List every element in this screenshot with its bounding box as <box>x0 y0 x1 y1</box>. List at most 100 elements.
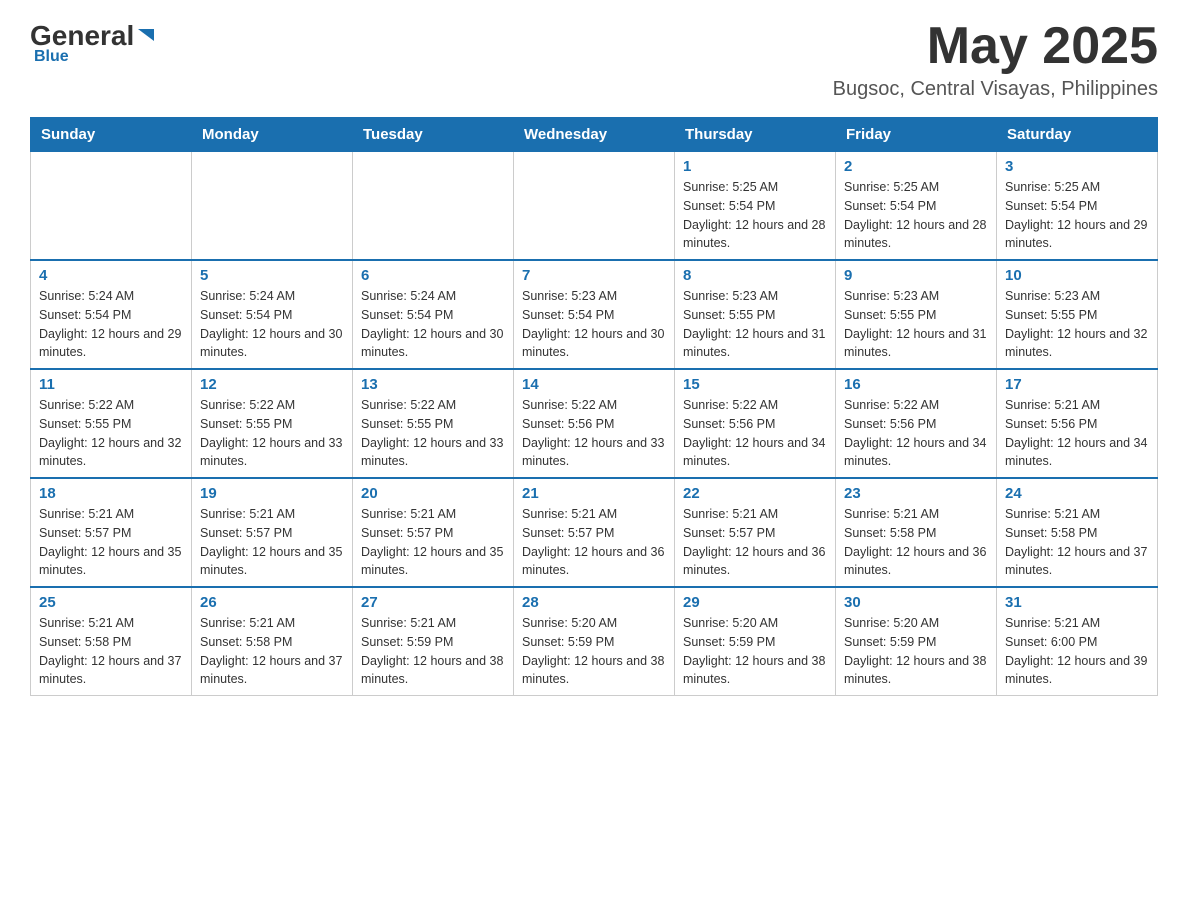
day-info: Sunrise: 5:25 AMSunset: 5:54 PMDaylight:… <box>683 178 827 253</box>
day-cell-5-6: 30Sunrise: 5:20 AMSunset: 5:59 PMDayligh… <box>836 587 997 696</box>
day-info: Sunrise: 5:22 AMSunset: 5:55 PMDaylight:… <box>361 396 505 471</box>
day-number: 8 <box>683 267 827 284</box>
week-row-5: 25 Sunrise: 5:21 AMSunset: 5:58 PMDayligh… <box>31 587 1158 696</box>
day-info: Sunrise: 5:21 AMSunset: 6:00 PMDaylight:… <box>1005 614 1149 689</box>
day-cell-2-3: 6 Sunrise: 5:24 AMSunset: 5:54 PMDaylight… <box>353 260 514 369</box>
week-row-4: 18 Sunrise: 5:21 AMSunset: 5:57 PMDayligh… <box>31 478 1158 587</box>
day-cell-3-3: 13 Sunrise: 5:22 AMSunset: 5:55 PMDayligh… <box>353 369 514 478</box>
col-wednesday: Wednesday <box>514 118 675 152</box>
day-info: Sunrise: 5:21 AMSunset: 5:58 PMDaylight:… <box>39 614 183 689</box>
day-number: 29 <box>683 594 827 611</box>
day-info: Sunrise: 5:22 AMSunset: 5:55 PMDaylight:… <box>200 396 344 471</box>
day-number: 7 <box>522 267 666 284</box>
day-number: 4 <box>39 267 183 284</box>
day-info: Sunrise: 5:22 AMSunset: 5:56 PMDaylight:… <box>522 396 666 471</box>
day-cell-4-7: 24 Sunrise: 5:21 AMSunset: 5:58 PMDayligh… <box>997 478 1158 587</box>
day-cell-3-7: 17 Sunrise: 5:21 AMSunset: 5:56 PMDayligh… <box>997 369 1158 478</box>
day-number: 18 <box>39 485 183 502</box>
day-info: Sunrise: 5:20 AMSunset: 5:59 PMDaylight:… <box>844 614 988 689</box>
day-cell-3-2: 12 Sunrise: 5:22 AMSunset: 5:55 PMDayligh… <box>192 369 353 478</box>
day-number: 17 <box>1005 376 1149 393</box>
day-number: 10 <box>1005 267 1149 284</box>
calendar-table: Sunday Monday Tuesday Wednesday Thursday… <box>30 117 1158 696</box>
day-info: Sunrise: 5:23 AMSunset: 5:55 PMDaylight:… <box>844 287 988 362</box>
day-number: 6 <box>361 267 505 284</box>
col-friday: Friday <box>836 118 997 152</box>
day-cell-2-5: 8 Sunrise: 5:23 AMSunset: 5:55 PMDaylight… <box>675 260 836 369</box>
col-thursday: Thursday <box>675 118 836 152</box>
day-cell-2-4: 7 Sunrise: 5:23 AMSunset: 5:54 PMDaylight… <box>514 260 675 369</box>
day-number: 31 <box>1005 594 1149 611</box>
day-info: Sunrise: 5:21 AMSunset: 5:58 PMDaylight:… <box>1005 505 1149 580</box>
day-info: Sunrise: 5:24 AMSunset: 5:54 PMDaylight:… <box>361 287 505 362</box>
col-sunday: Sunday <box>31 118 192 152</box>
logo-blue-text: Blue <box>34 48 69 66</box>
month-year-title: May 2025 <box>833 20 1158 72</box>
logo-area: General Blue <box>30 20 158 66</box>
week-row-3: 11Sunrise: 5:22 AMSunset: 5:55 PMDayligh… <box>31 369 1158 478</box>
day-cell-3-4: 14 Sunrise: 5:22 AMSunset: 5:56 PMDayligh… <box>514 369 675 478</box>
day-info: Sunrise: 5:24 AMSunset: 5:54 PMDaylight:… <box>200 287 344 362</box>
day-info: Sunrise: 5:21 AMSunset: 5:57 PMDaylight:… <box>361 505 505 580</box>
day-number: 24 <box>1005 485 1149 502</box>
day-info: Sunrise: 5:21 AMSunset: 5:57 PMDaylight:… <box>683 505 827 580</box>
day-info: Sunrise: 5:21 AMSunset: 5:56 PMDaylight:… <box>1005 396 1149 471</box>
day-number: 5 <box>200 267 344 284</box>
day-number: 27 <box>361 594 505 611</box>
day-number: 15 <box>683 376 827 393</box>
day-info: Sunrise: 5:22 AMSunset: 5:55 PMDaylight:… <box>39 396 183 471</box>
day-cell-2-7: 10Sunrise: 5:23 AMSunset: 5:55 PMDayligh… <box>997 260 1158 369</box>
day-number: 23 <box>844 485 988 502</box>
day-info: Sunrise: 5:21 AMSunset: 5:57 PMDaylight:… <box>39 505 183 580</box>
day-cell-4-5: 22Sunrise: 5:21 AMSunset: 5:57 PMDayligh… <box>675 478 836 587</box>
day-cell-1-5: 1Sunrise: 5:25 AMSunset: 5:54 PMDaylight… <box>675 152 836 261</box>
col-monday: Monday <box>192 118 353 152</box>
day-info: Sunrise: 5:21 AMSunset: 5:57 PMDaylight:… <box>200 505 344 580</box>
day-cell-1-4 <box>514 152 675 261</box>
day-cell-2-1: 4Sunrise: 5:24 AMSunset: 5:54 PMDaylight… <box>31 260 192 369</box>
day-cell-1-2 <box>192 152 353 261</box>
day-number: 9 <box>844 267 988 284</box>
day-info: Sunrise: 5:25 AMSunset: 5:54 PMDaylight:… <box>1005 178 1149 253</box>
day-cell-1-7: 3Sunrise: 5:25 AMSunset: 5:54 PMDaylight… <box>997 152 1158 261</box>
day-number: 25 <box>39 594 183 611</box>
day-cell-5-1: 25 Sunrise: 5:21 AMSunset: 5:58 PMDayligh… <box>31 587 192 696</box>
day-cell-2-6: 9 Sunrise: 5:23 AMSunset: 5:55 PMDaylight… <box>836 260 997 369</box>
day-info: Sunrise: 5:21 AMSunset: 5:59 PMDaylight:… <box>361 614 505 689</box>
day-number: 13 <box>361 376 505 393</box>
day-cell-3-5: 15 Sunrise: 5:22 AMSunset: 5:56 PMDayligh… <box>675 369 836 478</box>
day-cell-4-4: 21 Sunrise: 5:21 AMSunset: 5:57 PMDayligh… <box>514 478 675 587</box>
day-number: 2 <box>844 158 988 175</box>
week-row-2: 4 Sunrise: 5:24 AMSunset: 5:54 PMDaylight… <box>31 260 1158 369</box>
day-number: 19 <box>200 485 344 502</box>
day-cell-5-2: 26Sunrise: 5:21 AMSunset: 5:58 PMDayligh… <box>192 587 353 696</box>
day-info: Sunrise: 5:20 AMSunset: 5:59 PMDaylight:… <box>683 614 827 689</box>
day-info: Sunrise: 5:20 AMSunset: 5:59 PMDaylight:… <box>522 614 666 689</box>
day-cell-1-1 <box>31 152 192 261</box>
day-cell-4-3: 20 Sunrise: 5:21 AMSunset: 5:57 PMDayligh… <box>353 478 514 587</box>
day-info: Sunrise: 5:21 AMSunset: 5:57 PMDaylight:… <box>522 505 666 580</box>
day-cell-3-1: 11Sunrise: 5:22 AMSunset: 5:55 PMDayligh… <box>31 369 192 478</box>
day-info: Sunrise: 5:22 AMSunset: 5:56 PMDaylight:… <box>683 396 827 471</box>
day-cell-5-7: 31 Sunrise: 5:21 AMSunset: 6:00 PMDayligh… <box>997 587 1158 696</box>
day-cell-3-6: 16Sunrise: 5:22 AMSunset: 5:56 PMDayligh… <box>836 369 997 478</box>
day-cell-5-5: 29 Sunrise: 5:20 AMSunset: 5:59 PMDayligh… <box>675 587 836 696</box>
col-saturday: Saturday <box>997 118 1158 152</box>
day-number: 14 <box>522 376 666 393</box>
day-number: 12 <box>200 376 344 393</box>
day-cell-5-4: 28 Sunrise: 5:20 AMSunset: 5:59 PMDayligh… <box>514 587 675 696</box>
day-info: Sunrise: 5:22 AMSunset: 5:56 PMDaylight:… <box>844 396 988 471</box>
week-row-1: 1Sunrise: 5:25 AMSunset: 5:54 PMDaylight… <box>31 152 1158 261</box>
title-area: May 2025 Bugsoc, Central Visayas, Philip… <box>833 20 1158 101</box>
day-cell-2-2: 5 Sunrise: 5:24 AMSunset: 5:54 PMDaylight… <box>192 260 353 369</box>
day-cell-1-3 <box>353 152 514 261</box>
day-number: 21 <box>522 485 666 502</box>
day-info: Sunrise: 5:21 AMSunset: 5:58 PMDaylight:… <box>844 505 988 580</box>
day-info: Sunrise: 5:23 AMSunset: 5:54 PMDaylight:… <box>522 287 666 362</box>
day-number: 28 <box>522 594 666 611</box>
day-cell-4-1: 18 Sunrise: 5:21 AMSunset: 5:57 PMDayligh… <box>31 478 192 587</box>
day-info: Sunrise: 5:23 AMSunset: 5:55 PMDaylight:… <box>683 287 827 362</box>
day-info: Sunrise: 5:25 AMSunset: 5:54 PMDaylight:… <box>844 178 988 253</box>
col-tuesday: Tuesday <box>353 118 514 152</box>
day-number: 20 <box>361 485 505 502</box>
